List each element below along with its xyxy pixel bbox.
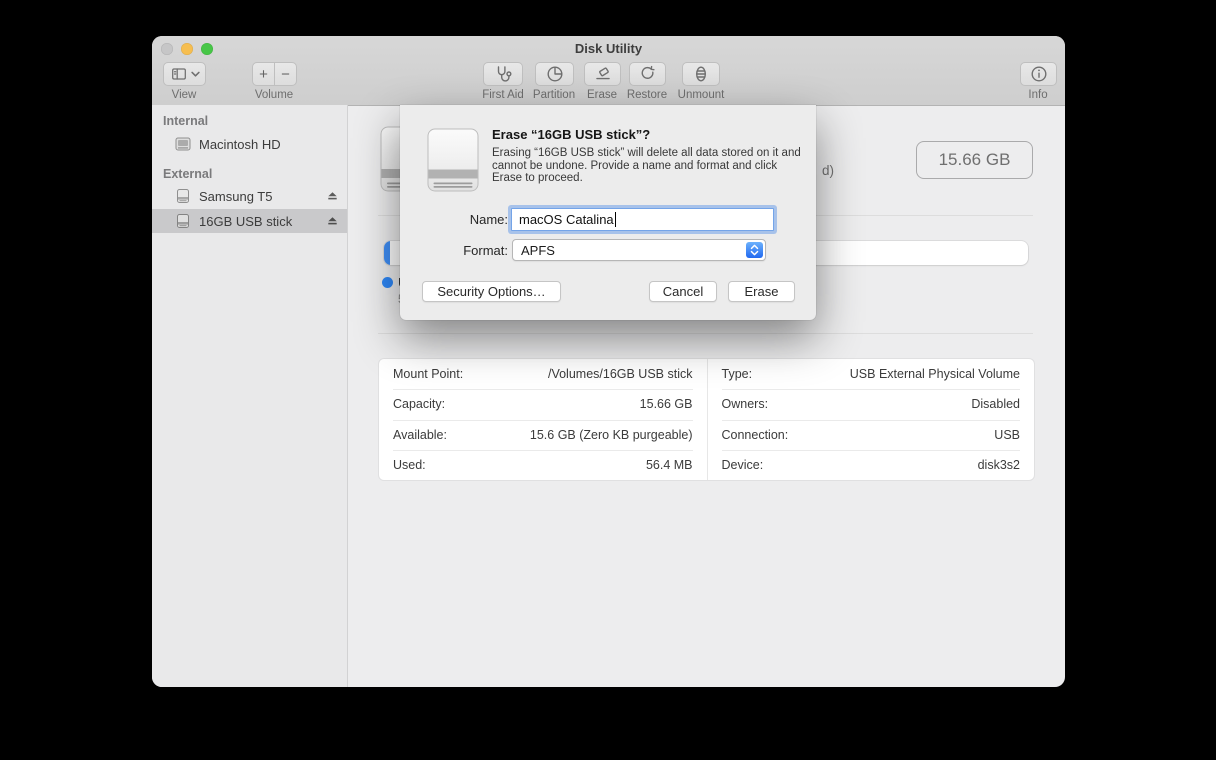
- name-label: Name:: [469, 212, 508, 227]
- row-label: Type:: [721, 367, 753, 382]
- remove-volume-button[interactable]: −: [274, 63, 296, 85]
- erase-dialog: Erase “16GB USB stick”? Erasing “16GB US…: [400, 105, 816, 320]
- volume-subtitle-fragment: d): [822, 163, 835, 178]
- row-label: Mount Point:: [393, 367, 464, 382]
- row-value: Disabled: [971, 397, 1020, 412]
- sidebar: Internal Macintosh HD External Samsung T…: [152, 105, 348, 687]
- table-row: Connection: USB: [708, 419, 1035, 450]
- cancel-button[interactable]: Cancel: [649, 281, 717, 302]
- name-input-value: macOS Catalina: [519, 212, 614, 227]
- row-value: 56.4 MB: [645, 457, 693, 472]
- erase-button[interactable]: [584, 62, 621, 86]
- restore-arrow-icon: [641, 65, 655, 79]
- pie-chart-icon: [546, 66, 563, 82]
- volume-size-badge: 15.66 GB: [916, 141, 1033, 179]
- restore-label: Restore: [626, 89, 668, 101]
- disk-utility-window: Disk Utility View + − Volume First Aid P…: [152, 36, 1065, 687]
- partition-button[interactable]: [535, 62, 574, 86]
- sidebar-section-internal: Internal: [163, 114, 209, 128]
- external-drive-icon: [177, 189, 189, 203]
- text-caret: [614, 212, 616, 227]
- info-label: Info: [1028, 89, 1048, 101]
- view-label: View: [171, 89, 197, 101]
- first-aid-button[interactable]: [483, 62, 523, 86]
- dialog-title: Erase “16GB USB stick”?: [492, 127, 651, 142]
- dialog-message: Erasing “16GB USB stick” will delete all…: [492, 147, 801, 185]
- sidebar-section-external: External: [163, 167, 213, 181]
- info-table-left-column: Mount Point: /Volumes/16GB USB stick Cap…: [379, 359, 707, 480]
- row-value: /Volumes/16GB USB stick: [547, 367, 693, 382]
- row-value: USB: [994, 427, 1020, 442]
- restore-button[interactable]: [629, 62, 666, 86]
- info-button[interactable]: [1020, 62, 1057, 86]
- unmount-icon: [695, 66, 707, 82]
- name-input[interactable]: macOS Catalina: [511, 208, 774, 231]
- external-drive-icon: [177, 214, 189, 228]
- titlebar-toolbar: Disk Utility View + − Volume First Aid P…: [152, 36, 1065, 106]
- separator: [378, 333, 1033, 334]
- row-label: Device:: [721, 457, 764, 472]
- table-row: Device: disk3s2: [708, 449, 1035, 480]
- row-value: USB External Physical Volume: [849, 367, 1020, 382]
- internal-drive-icon: [175, 137, 191, 151]
- table-row: Owners: Disabled: [708, 389, 1035, 419]
- format-label: Format:: [463, 243, 508, 258]
- sidebar-item-samsung-t5[interactable]: Samsung T5: [152, 184, 347, 208]
- row-label: Used:: [393, 457, 426, 472]
- legend-used-dot: [382, 277, 393, 288]
- format-select[interactable]: APFS: [512, 239, 766, 261]
- security-options-button[interactable]: Security Options…: [422, 281, 561, 302]
- sidebar-item-label: 16GB USB stick: [199, 213, 293, 229]
- volume-info-table: Mount Point: /Volumes/16GB USB stick Cap…: [378, 358, 1035, 481]
- sidebar-item-label: Macintosh HD: [199, 136, 281, 152]
- row-value: disk3s2: [977, 457, 1020, 472]
- row-value: 15.66 GB: [639, 397, 693, 412]
- sidebar-item-macintosh-hd[interactable]: Macintosh HD: [152, 132, 347, 156]
- view-button[interactable]: [163, 62, 206, 86]
- row-value: 15.6 GB (Zero KB purgeable): [529, 427, 693, 442]
- sidebar-icon: [171, 68, 186, 80]
- window-title: Disk Utility: [574, 41, 643, 56]
- table-row: Mount Point: /Volumes/16GB USB stick: [379, 359, 707, 389]
- row-label: Owners:: [721, 397, 769, 412]
- external-drive-large-icon: [427, 128, 479, 192]
- table-row: Used: 56.4 MB: [379, 449, 707, 480]
- row-label: Capacity:: [393, 397, 446, 412]
- eject-icon[interactable]: [327, 215, 338, 226]
- unmount-button[interactable]: [682, 62, 720, 86]
- erase-confirm-button[interactable]: Erase: [728, 281, 795, 302]
- row-label: Connection:: [721, 427, 789, 442]
- eject-icon[interactable]: [327, 190, 338, 201]
- desktop: Disk Utility View + − Volume First Aid P…: [0, 0, 1216, 760]
- unmount-label: Unmount: [677, 89, 725, 101]
- select-stepper-icon[interactable]: [746, 242, 763, 258]
- sidebar-item-label: Samsung T5: [199, 188, 273, 204]
- stethoscope-icon: [497, 66, 512, 82]
- table-row: Capacity: 15.66 GB: [379, 389, 707, 419]
- sidebar-item-16gb-usb-stick[interactable]: 16GB USB stick: [152, 209, 347, 233]
- table-row: Available: 15.6 GB (Zero KB purgeable): [379, 419, 707, 450]
- info-table-right-column: Type: USB External Physical Volume Owner…: [706, 359, 1035, 480]
- info-circle-icon: [1030, 66, 1047, 82]
- volume-label: Volume: [254, 89, 294, 101]
- format-select-value: APFS: [521, 242, 555, 258]
- volume-segmented-control: + −: [252, 62, 297, 86]
- used-space-segment: [384, 241, 390, 265]
- add-volume-button[interactable]: +: [253, 63, 274, 85]
- chevron-down-icon: [190, 71, 200, 77]
- eraser-icon: [595, 67, 610, 80]
- row-label: Available:: [393, 427, 447, 442]
- table-row: Type: USB External Physical Volume: [708, 359, 1035, 389]
